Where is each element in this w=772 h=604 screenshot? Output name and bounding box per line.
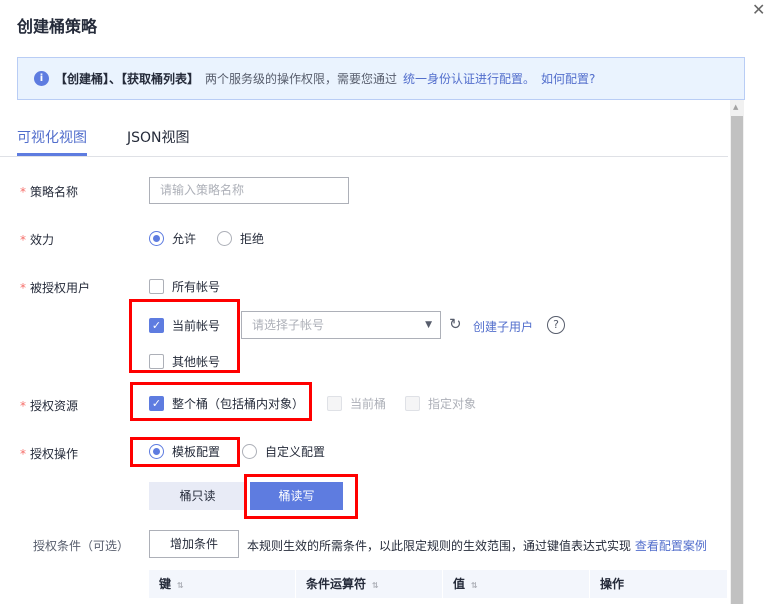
- check-icon: ✓: [149, 396, 164, 411]
- resource-label: * 授权资源: [20, 399, 79, 413]
- column-header-operator[interactable]: 条件运算符 ⇅: [296, 570, 443, 598]
- condition-desc: 本规则生效的所需条件，以此限定规则的生效范围，通过键值表达式实现 查看配置案例: [247, 539, 707, 553]
- all-accounts-checkbox[interactable]: 所有帐号: [149, 278, 220, 295]
- sort-icon[interactable]: ⇅: [372, 581, 379, 590]
- sort-icon[interactable]: ⇅: [471, 581, 478, 590]
- custom-config-radio[interactable]: 自定义配置: [242, 443, 325, 460]
- column-header-key[interactable]: 键 ⇅: [149, 570, 296, 598]
- caret-down-icon: ▼: [425, 320, 432, 330]
- radio-icon: [149, 444, 164, 459]
- scroll-up-icon[interactable]: ▲: [733, 103, 738, 111]
- other-account-checkbox[interactable]: 其他帐号: [149, 353, 220, 370]
- bucket-readwrite-button[interactable]: 桶读写: [250, 482, 343, 510]
- column-header-value[interactable]: 值 ⇅: [443, 570, 590, 598]
- info-icon: i: [34, 71, 49, 86]
- refresh-icon[interactable]: ↻: [449, 315, 462, 333]
- radio-icon: [149, 231, 164, 246]
- policy-name-label: * 策略名称: [20, 185, 79, 199]
- current-bucket-checkbox[interactable]: 当前桶: [327, 395, 386, 412]
- banner-text: 两个服务级的操作权限，需要您通过: [205, 72, 398, 86]
- how-to-config-link[interactable]: 如何配置?: [541, 70, 595, 87]
- scrollbar-thumb[interactable]: [731, 116, 743, 604]
- current-account-checkbox[interactable]: ✓ 当前帐号: [149, 317, 220, 334]
- tab-active-indicator: [17, 153, 87, 156]
- view-examples-link[interactable]: 查看配置案例: [635, 539, 707, 553]
- effect-label: * 效力: [20, 233, 55, 247]
- tab-divider: [0, 156, 728, 157]
- specified-object-checkbox[interactable]: 指定对象: [405, 395, 476, 412]
- radio-icon: [242, 444, 257, 459]
- checkbox-icon: [149, 279, 164, 294]
- sort-icon[interactable]: ⇅: [177, 581, 184, 590]
- sub-account-select[interactable]: 请选择子帐号 ▼: [241, 311, 441, 339]
- help-icon[interactable]: ?: [547, 316, 565, 334]
- check-icon: ✓: [149, 318, 164, 333]
- iam-link[interactable]: 统一身份认证进行配置。: [403, 70, 535, 87]
- checkbox-icon: [327, 396, 342, 411]
- principal-label: * 被授权用户: [20, 281, 91, 295]
- radio-icon: [217, 231, 232, 246]
- effect-deny-radio[interactable]: 拒绝: [217, 230, 264, 247]
- bucket-readonly-button[interactable]: 桶只读: [149, 482, 246, 510]
- info-banner: i 【创建桶】、【获取桶列表】 两个服务级的操作权限，需要您通过 统一身份认证进…: [17, 57, 745, 100]
- create-sub-user-link[interactable]: 创建子用户: [473, 318, 533, 335]
- condition-label: 授权条件（可选）: [33, 539, 130, 553]
- add-condition-button[interactable]: 增加条件: [149, 530, 239, 558]
- dialog-title: 创建桶策略: [17, 17, 98, 36]
- column-header-action: 操作: [590, 570, 728, 598]
- tab-json[interactable]: JSON视图: [127, 127, 190, 147]
- checkbox-icon: [149, 354, 164, 369]
- banner-bold: 【创建桶】、【获取桶列表】: [55, 72, 200, 86]
- policy-name-input[interactable]: 请输入策略名称: [149, 177, 349, 204]
- template-config-radio[interactable]: 模板配置: [149, 443, 220, 460]
- action-label: * 授权操作: [20, 447, 79, 461]
- close-icon[interactable]: ✕: [752, 0, 765, 19]
- tab-visual[interactable]: 可视化视图: [17, 127, 87, 147]
- effect-allow-radio[interactable]: 允许: [149, 230, 196, 247]
- whole-bucket-checkbox[interactable]: ✓ 整个桶（包括桶内对象）: [149, 395, 304, 412]
- checkbox-icon: [405, 396, 420, 411]
